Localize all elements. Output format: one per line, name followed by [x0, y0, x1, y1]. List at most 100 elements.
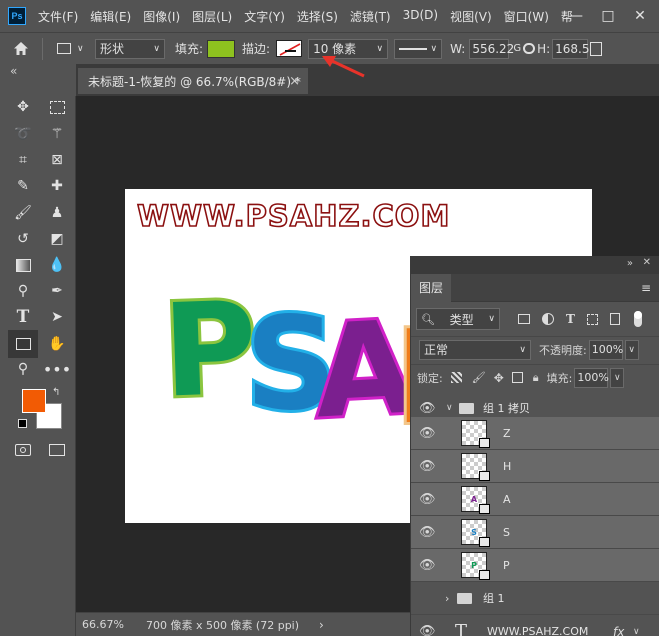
- layer-name: WWW.PSAHZ.COM: [487, 625, 589, 636]
- chevron-down-icon[interactable]: ∨: [446, 403, 453, 413]
- dodge-tool-icon[interactable]: ⚲: [12, 280, 34, 302]
- lock-image-icon[interactable]: 🖌: [472, 371, 486, 384]
- lock-all-icon[interactable]: 🔒︎: [533, 371, 539, 385]
- layer-fill-input[interactable]: 100%: [574, 367, 609, 388]
- more-tools-icon[interactable]: •••: [43, 358, 71, 380]
- lock-position-icon[interactable]: ✥: [494, 371, 504, 385]
- lock-transparent-icon[interactable]: [450, 372, 462, 383]
- swap-colors-icon[interactable]: ↰: [52, 387, 60, 398]
- visibility-eye-icon[interactable]: 👁︎: [419, 624, 436, 636]
- layer-row-group[interactable]: › 组 1: [411, 582, 659, 615]
- layer-row[interactable]: 👁︎ H: [411, 450, 659, 483]
- move-tool-icon[interactable]: ✥: [12, 96, 34, 118]
- chevron-down-icon[interactable]: ∨: [610, 367, 625, 388]
- zoom-level[interactable]: 66.67%: [82, 618, 124, 631]
- default-colors-icon[interactable]: [18, 419, 27, 428]
- chevron-right-icon[interactable]: ›: [319, 618, 324, 632]
- menu-filter[interactable]: 滤镜(T): [350, 8, 391, 25]
- frame-tool-icon[interactable]: ⊠: [46, 149, 68, 171]
- layer-row[interactable]: 👁︎ S S: [411, 516, 659, 549]
- crop-tool-icon[interactable]: ⌗: [12, 149, 34, 171]
- minimize-button[interactable]: —: [560, 0, 592, 32]
- visibility-eye-icon[interactable]: 👁︎: [419, 401, 436, 416]
- stroke-color-swatch[interactable]: [276, 40, 303, 57]
- opacity-input[interactable]: 100%: [588, 339, 623, 360]
- document-tab[interactable]: 未标题-1-恢复的 @ 66.7%(RGB/8#) * ×: [78, 68, 308, 94]
- layer-filter-select[interactable]: 🔍︎ 类型 ∨: [416, 308, 500, 330]
- chevron-down-icon[interactable]: ∨: [624, 339, 639, 360]
- blur-tool-icon[interactable]: 💧: [46, 254, 68, 276]
- visibility-eye-icon[interactable]: 👁︎: [419, 459, 436, 474]
- menu-3d[interactable]: 3D(D): [403, 8, 438, 25]
- home-icon[interactable]: [0, 41, 42, 56]
- foreground-color-swatch[interactable]: [22, 389, 46, 413]
- zoom-tool-icon[interactable]: ⚲: [12, 358, 34, 380]
- marquee-tool-icon[interactable]: [46, 96, 68, 118]
- brush-tool-icon[interactable]: 🖌: [12, 202, 34, 224]
- menu-layer[interactable]: 图层(L): [192, 8, 232, 25]
- menu-type[interactable]: 文字(Y): [244, 8, 285, 25]
- layer-row[interactable]: 👁︎ A A: [411, 483, 659, 516]
- blend-mode-select[interactable]: 正常 ∨: [419, 339, 531, 360]
- document-info[interactable]: 700 像素 x 500 像素 (72 ppi): [146, 617, 299, 633]
- visibility-eye-icon[interactable]: 👁︎: [419, 525, 436, 540]
- clone-stamp-tool-icon[interactable]: ♟: [46, 202, 68, 224]
- layer-filter-row: 🔍︎ 类型 ∨ T: [411, 304, 659, 334]
- history-brush-tool-icon[interactable]: ↺: [12, 228, 34, 250]
- filter-smart-object-icon[interactable]: [609, 313, 620, 325]
- lock-label: 锁定:: [417, 371, 443, 385]
- layer-thumbnail: A: [461, 486, 490, 514]
- height-input[interactable]: 168.5: [552, 38, 590, 59]
- layer-row-text[interactable]: 👁︎ T WWW.PSAHZ.COM fx ∨: [411, 615, 659, 636]
- menu-image[interactable]: 图像(I): [143, 8, 180, 25]
- chevron-right-icon[interactable]: ›: [445, 592, 449, 605]
- stroke-type-select[interactable]: ∨: [394, 38, 443, 59]
- screen-mode-icon[interactable]: [46, 439, 68, 461]
- smart-object-icon: [479, 471, 490, 481]
- layer-effects-icon[interactable]: fx: [613, 625, 624, 636]
- filter-type-icon[interactable]: T: [566, 312, 575, 326]
- maximize-button[interactable]: □: [592, 0, 624, 32]
- width-input[interactable]: 556.22: [469, 38, 514, 59]
- rectangle-tool-icon[interactable]: [8, 330, 38, 358]
- layer-row[interactable]: 👁︎ P P: [411, 549, 659, 582]
- close-tab-button[interactable]: ×: [289, 74, 300, 89]
- filter-adjustment-icon[interactable]: [542, 313, 554, 325]
- pen-tool-icon[interactable]: ✒: [46, 280, 68, 302]
- visibility-eye-icon[interactable]: 👁︎: [419, 426, 436, 441]
- tool-mode-select[interactable]: 形状 ∨: [95, 38, 165, 59]
- lock-artboard-icon[interactable]: [511, 372, 523, 383]
- filter-shape-icon[interactable]: [586, 313, 598, 325]
- menu-edit[interactable]: 编辑(E): [90, 8, 131, 25]
- layers-tab[interactable]: 图层: [411, 273, 451, 302]
- healing-brush-tool-icon[interactable]: ✚: [46, 175, 68, 197]
- lasso-tool-icon[interactable]: ➰: [12, 123, 34, 145]
- quick-mask-icon[interactable]: [12, 439, 34, 461]
- chevron-down-icon[interactable]: ∨: [633, 627, 640, 636]
- fill-color-swatch[interactable]: [207, 39, 236, 58]
- menu-file[interactable]: 文件(F): [38, 8, 78, 25]
- link-dimensions-icon[interactable]: [523, 43, 536, 54]
- magic-wand-tool-icon[interactable]: ⚚: [46, 123, 68, 145]
- layer-row[interactable]: 👁︎ Z: [411, 417, 659, 450]
- gradient-tool-icon[interactable]: [12, 254, 34, 276]
- panel-menu-icon[interactable]: ≡: [641, 281, 651, 295]
- filter-pixel-icon[interactable]: [518, 314, 530, 324]
- eraser-tool-icon[interactable]: ◩: [46, 228, 68, 250]
- hand-tool-icon[interactable]: ✋: [46, 333, 68, 355]
- filter-toggle[interactable]: [633, 311, 642, 327]
- eyedropper-tool-icon[interactable]: ✎: [12, 175, 34, 197]
- type-tool-icon[interactable]: T: [12, 306, 34, 328]
- collapse-panel-icon[interactable]: »: [627, 258, 633, 269]
- close-window-button[interactable]: ✕: [624, 0, 656, 32]
- visibility-eye-icon[interactable]: 👁︎: [419, 492, 436, 507]
- path-operations-icon[interactable]: [590, 41, 603, 56]
- shape-tool-preset[interactable]: ∨: [57, 43, 93, 54]
- menu-window[interactable]: 窗口(W): [504, 8, 549, 25]
- path-selection-tool-icon[interactable]: ➤: [46, 306, 68, 328]
- menu-select[interactable]: 选择(S): [297, 8, 338, 25]
- menu-view[interactable]: 视图(V): [450, 8, 492, 25]
- visibility-eye-icon[interactable]: 👁︎: [419, 558, 436, 573]
- close-panel-icon[interactable]: ✕: [643, 257, 651, 268]
- collapse-toolbar-icon[interactable]: «: [10, 64, 17, 78]
